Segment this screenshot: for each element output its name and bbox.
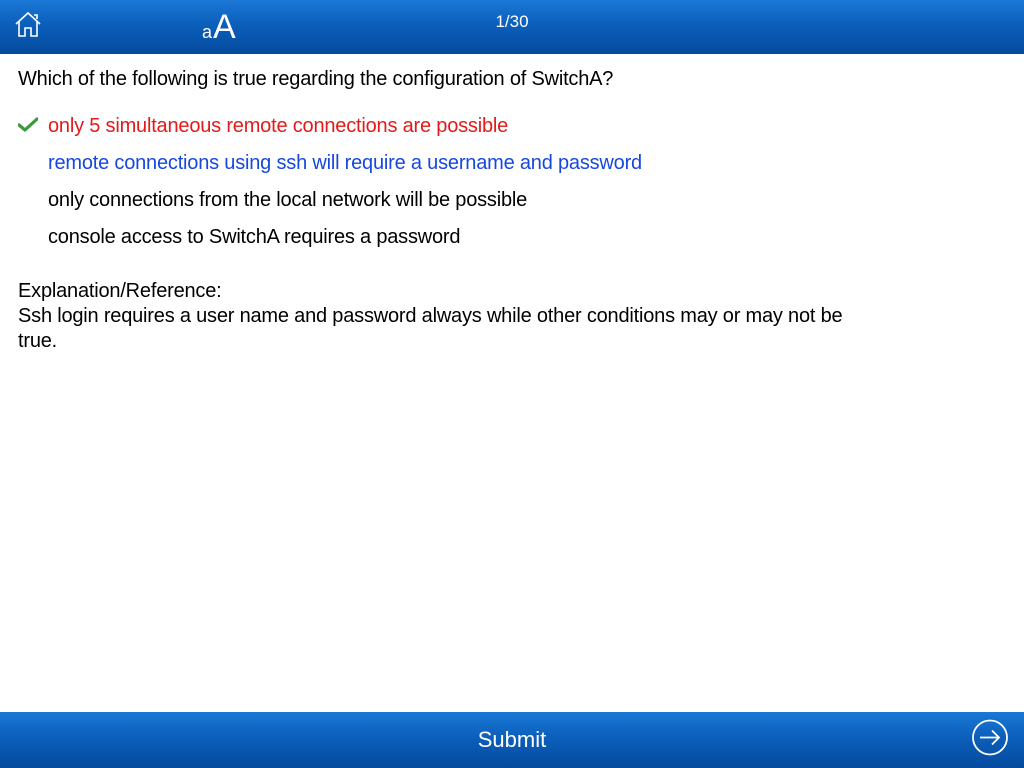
content-area: Which of the following is true regarding… [0,54,1024,712]
text-size-big-a-icon: A [213,8,236,47]
home-button[interactable] [12,9,44,46]
home-icon [12,9,44,41]
explanation-body: Ssh login requires a user name and passw… [18,304,858,354]
text-size-button[interactable]: aA [202,8,236,47]
question-text: Which of the following is true regarding… [18,68,1006,91]
answer-text: only 5 simultaneous remote connections a… [48,115,508,138]
top-bar: aA 1/30 [0,0,1024,54]
answer-option[interactable]: remote connections using ssh will requir… [18,146,1006,183]
answer-option[interactable]: only connections from the local network … [18,183,1006,220]
answer-icon-empty [18,226,48,228]
answer-text: console access to SwitchA requires a pas… [48,226,460,249]
answer-option[interactable]: only 5 simultaneous remote connections a… [18,109,1006,146]
next-button[interactable] [970,718,1010,763]
answer-text: remote connections using ssh will requir… [48,152,642,175]
submit-button[interactable]: Submit [478,727,546,753]
checkmark-icon [18,115,48,133]
answer-icon-empty [18,189,48,191]
text-size-small-a-icon: a [202,22,212,43]
arrow-right-circle-icon [970,718,1010,758]
explanation-block: Explanation/Reference: Ssh login require… [18,279,858,354]
answer-text: only connections from the local network … [48,189,527,212]
answer-list: only 5 simultaneous remote connections a… [18,109,1006,257]
bottom-bar: Submit [0,712,1024,768]
answer-icon-empty [18,152,48,154]
answer-option[interactable]: console access to SwitchA requires a pas… [18,220,1006,257]
explanation-title: Explanation/Reference: [18,279,858,304]
page-counter: 1/30 [495,12,528,32]
